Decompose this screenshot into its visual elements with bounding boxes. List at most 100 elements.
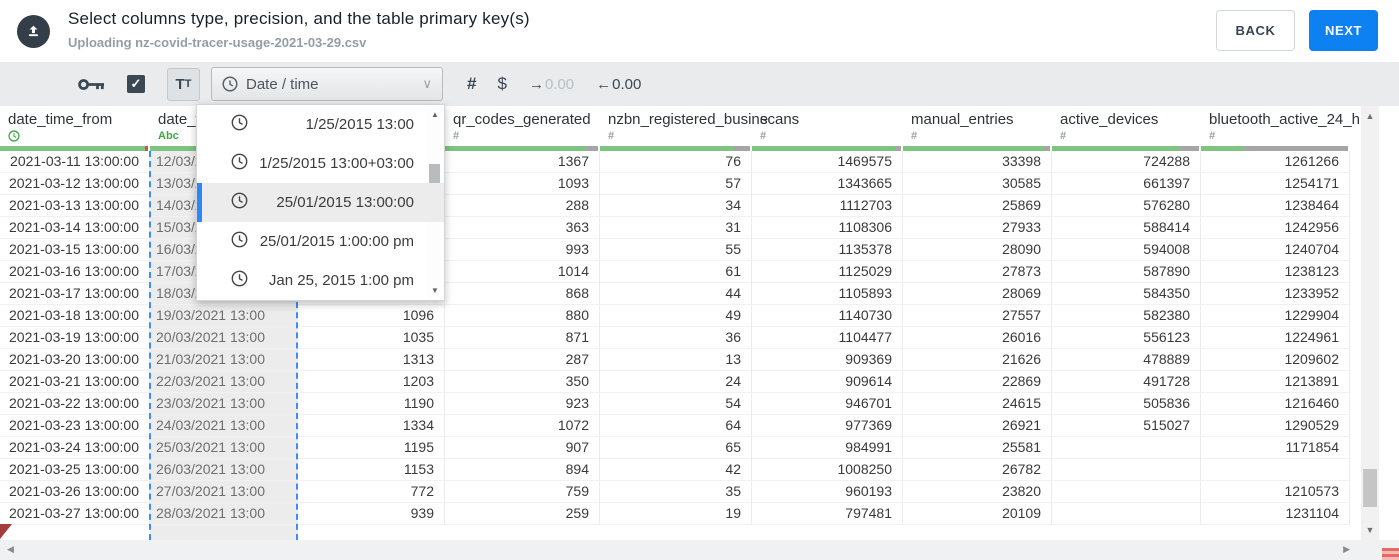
cell-bluetooth_active_24_hr_[interactable]: 1242956 <box>1201 217 1350 239</box>
cell-qr_codes_generated[interactable]: 288 <box>445 195 600 217</box>
cell-bluetooth_active_24_hr_[interactable]: 1224961 <box>1201 327 1350 349</box>
increase-precision-button[interactable]: → 0.00 <box>529 76 574 93</box>
cell-manual_entries[interactable]: 22869 <box>903 371 1052 393</box>
cell-scans[interactable]: 1125029 <box>752 261 903 283</box>
currency-type-button[interactable]: $ <box>497 74 506 94</box>
cell-date_time_from[interactable]: 2021-03-18 13:00:00 <box>0 305 150 327</box>
cell-nzbn_registered_busine[interactable]: 57 <box>600 173 752 195</box>
cell-date_t[interactable]: 20/03/2021 13:00 <box>150 327 298 349</box>
cell-active_devices[interactable]: 594008 <box>1052 239 1201 261</box>
cell-bluetooth_active_24_hr_[interactable]: 1231104 <box>1201 503 1350 525</box>
cell-manual_entries[interactable]: 27933 <box>903 217 1052 239</box>
cell-scans[interactable]: 1105893 <box>752 283 903 305</box>
cell-scans[interactable]: 1108306 <box>752 217 903 239</box>
cell-scans[interactable]: 909614 <box>752 371 903 393</box>
cell-active_devices[interactable]: 515027 <box>1052 415 1201 437</box>
cell-date_time_from[interactable]: 2021-03-17 13:00:00 <box>0 283 150 305</box>
date-format-option[interactable]: 25/01/2015 1:00:00 pm <box>197 222 444 261</box>
horizontal-scrollbar[interactable]: ◀ ▶ <box>0 540 1399 560</box>
cell-qr_codes_generated[interactable]: 880 <box>445 305 600 327</box>
cell-date_time_from[interactable]: 2021-03-19 13:00:00 <box>0 327 150 349</box>
cell-qr_codes_generated[interactable]: 759 <box>445 481 600 503</box>
cell-nzbn_registered_busine[interactable]: 65 <box>600 437 752 459</box>
text-type-button[interactable]: TT <box>167 67 200 101</box>
cell-nzbn_registered_busine[interactable]: 44 <box>600 283 752 305</box>
cell-nzbn_registered_busine[interactable]: 54 <box>600 393 752 415</box>
cell-hidden[interactable]: 1203 <box>298 371 445 393</box>
cell-date_time_from[interactable]: 2021-03-24 13:00:00 <box>0 437 150 459</box>
cell-nzbn_registered_busine[interactable]: 36 <box>600 327 752 349</box>
cell-manual_entries[interactable]: 26782 <box>903 459 1052 481</box>
column-header-nzbn_registered_busine[interactable]: nzbn_registered_busine # <box>600 106 768 151</box>
primary-key-icon[interactable] <box>78 77 105 92</box>
vertical-scrollbar-thumb[interactable] <box>1363 469 1377 507</box>
cell-date_time_from[interactable]: 2021-03-25 13:00:00 <box>0 459 150 481</box>
cell-bluetooth_active_24_hr_[interactable]: 1238464 <box>1201 195 1350 217</box>
cell-date_time_from[interactable]: 2021-03-21 13:00:00 <box>0 371 150 393</box>
column-header-date_time_from[interactable]: date_time_from <box>0 106 150 151</box>
cell-date_t[interactable]: 21/03/2021 13:00 <box>150 349 298 371</box>
cell-qr_codes_generated[interactable]: 868 <box>445 283 600 305</box>
cell-date_t[interactable]: 19/03/2021 13:00 <box>150 305 298 327</box>
cell-active_devices[interactable] <box>1052 481 1201 503</box>
cell-active_devices[interactable]: 576280 <box>1052 195 1201 217</box>
scroll-down-icon[interactable]: ▼ <box>1361 525 1379 535</box>
cell-manual_entries[interactable]: 30585 <box>903 173 1052 195</box>
back-button[interactable]: BACK <box>1216 10 1295 51</box>
scroll-up-icon[interactable]: ▲ <box>1361 111 1379 121</box>
cell-bluetooth_active_24_hr_[interactable] <box>1201 459 1350 481</box>
column-header-bluetooth_active_24_hr_[interactable]: bluetooth_active_24_hr_ # <box>1201 106 1373 151</box>
cell-date_time_from[interactable]: 2021-03-12 13:00:00 <box>0 173 150 195</box>
cell-bluetooth_active_24_hr_[interactable]: 1229904 <box>1201 305 1350 327</box>
cell-active_devices[interactable] <box>1052 459 1201 481</box>
next-button[interactable]: NEXT <box>1309 10 1378 51</box>
cell-manual_entries[interactable]: 33398 <box>903 151 1052 173</box>
cell-date_t[interactable]: 27/03/2021 13:00 <box>150 481 298 503</box>
cell-qr_codes_generated[interactable]: 1093 <box>445 173 600 195</box>
cell-bluetooth_active_24_hr_[interactable]: 1240704 <box>1201 239 1350 261</box>
cell-manual_entries[interactable]: 25869 <box>903 195 1052 217</box>
cell-bluetooth_active_24_hr_[interactable]: 1213891 <box>1201 371 1350 393</box>
date-format-option[interactable]: 1/25/2015 13:00+03:00 <box>197 144 444 183</box>
cell-scans[interactable]: 1135378 <box>752 239 903 261</box>
cell-manual_entries[interactable]: 28090 <box>903 239 1052 261</box>
cell-qr_codes_generated[interactable]: 871 <box>445 327 600 349</box>
cell-active_devices[interactable]: 556123 <box>1052 327 1201 349</box>
cell-nzbn_registered_busine[interactable]: 35 <box>600 481 752 503</box>
cell-date_time_from[interactable]: 2021-03-20 13:00:00 <box>0 349 150 371</box>
cell-date_t[interactable]: 26/03/2021 13:00 <box>150 459 298 481</box>
column-header-active_devices[interactable]: active_devices # <box>1052 106 1201 151</box>
cell-hidden[interactable]: 1035 <box>298 327 445 349</box>
cell-date_time_from[interactable]: 2021-03-11 13:00:00 <box>0 151 150 173</box>
cell-active_devices[interactable] <box>1052 437 1201 459</box>
scroll-left-icon[interactable]: ◀ <box>7 544 14 555</box>
cell-qr_codes_generated[interactable]: 1367 <box>445 151 600 173</box>
cell-hidden[interactable]: 939 <box>298 503 445 525</box>
column-header-scans[interactable]: scans # <box>752 106 903 151</box>
cell-bluetooth_active_24_hr_[interactable]: 1210573 <box>1201 481 1350 503</box>
cell-active_devices[interactable]: 584350 <box>1052 283 1201 305</box>
cell-bluetooth_active_24_hr_[interactable]: 1216460 <box>1201 393 1350 415</box>
cell-date_time_from[interactable]: 2021-03-23 13:00:00 <box>0 415 150 437</box>
cell-bluetooth_active_24_hr_[interactable]: 1254171 <box>1201 173 1350 195</box>
date-format-option[interactable]: Jan 25, 2015 1:00 pm <box>197 261 444 300</box>
cell-date_t[interactable]: 28/03/2021 13:00 <box>150 503 298 525</box>
cell-nzbn_registered_busine[interactable]: 64 <box>600 415 752 437</box>
number-type-button[interactable]: # <box>467 74 476 94</box>
cell-qr_codes_generated[interactable]: 907 <box>445 437 600 459</box>
cell-date_t[interactable]: 23/03/2021 13:00 <box>150 393 298 415</box>
cell-nzbn_registered_busine[interactable]: 55 <box>600 239 752 261</box>
cell-date_time_from[interactable]: 2021-03-26 13:00:00 <box>0 481 150 503</box>
cell-date_time_from[interactable]: 2021-03-15 13:00:00 <box>0 239 150 261</box>
cell-active_devices[interactable]: 661397 <box>1052 173 1201 195</box>
cell-scans[interactable]: 1112703 <box>752 195 903 217</box>
cell-qr_codes_generated[interactable]: 363 <box>445 217 600 239</box>
cell-scans[interactable]: 960193 <box>752 481 903 503</box>
cell-date_t[interactable]: 24/03/2021 13:00 <box>150 415 298 437</box>
scroll-right-icon[interactable]: ▶ <box>1343 544 1350 555</box>
vertical-scrollbar[interactable]: ▲ ▼ <box>1361 106 1379 540</box>
cell-hidden[interactable]: 1195 <box>298 437 445 459</box>
date-format-select[interactable]: Date / time ∨ <box>211 67 443 101</box>
cell-manual_entries[interactable]: 25581 <box>903 437 1052 459</box>
cell-active_devices[interactable]: 582380 <box>1052 305 1201 327</box>
